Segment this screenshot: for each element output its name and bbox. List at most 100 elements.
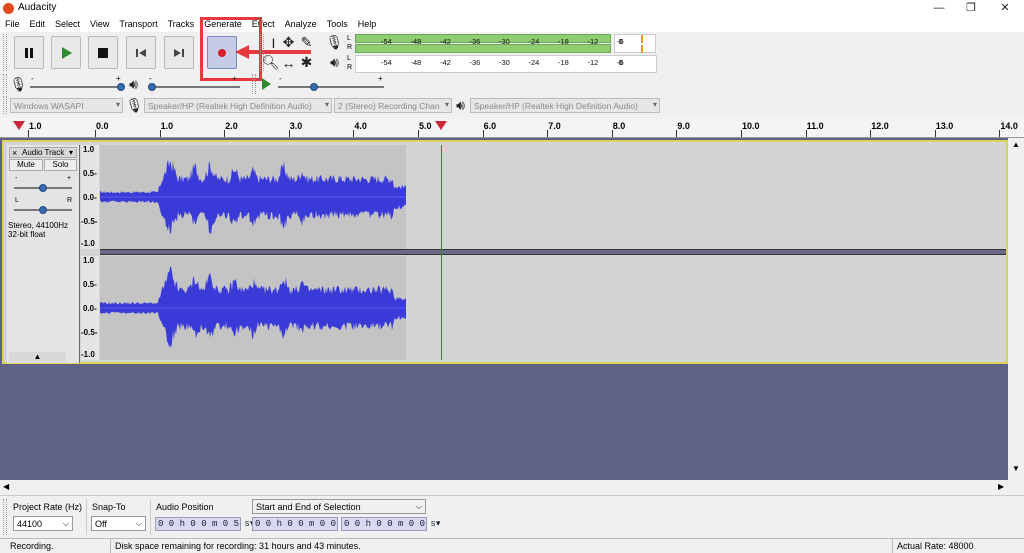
toolbar-grip[interactable] (3, 34, 7, 71)
menu-edit[interactable]: Edit (25, 17, 51, 32)
gain-slider-thumb[interactable] (39, 184, 47, 192)
mute-button[interactable]: Mute (9, 159, 43, 171)
recording-device-select[interactable]: Speaker/HP (Realtek High Definition Audi… (144, 98, 332, 113)
axis-label: -0.5- (81, 217, 98, 226)
track-close-icon[interactable]: × (12, 148, 17, 158)
rec-slider-plus: + (116, 74, 121, 83)
selection-start-field[interactable]: 0 0 h 0 0 m 0 0 s▾ (252, 517, 351, 531)
playback-device-select[interactable]: Speaker/HP (Realtek High Definition Audi… (470, 98, 660, 113)
waveform-channel-1[interactable] (100, 145, 406, 249)
toolbar-grip[interactable] (3, 499, 7, 535)
track-name-button[interactable]: × Audio Track ▾ (9, 147, 77, 158)
ruler-tick (676, 130, 678, 137)
draw-tool-icon[interactable]: ✎ (298, 34, 315, 51)
play-at-speed-thumb[interactable] (310, 83, 318, 91)
divider (110, 539, 111, 553)
menu-select[interactable]: Select (50, 17, 85, 32)
waveform-path (100, 266, 406, 349)
meter-tick-label: -12 (587, 37, 599, 46)
playback-meter-speaker-icon[interactable]: 🔊︎ (326, 54, 343, 71)
record-meter-microphone-icon[interactable]: 🎙︎ (326, 34, 344, 51)
playback-volume-slider[interactable] (148, 86, 240, 88)
status-actual-rate: Actual Rate: 48000 (897, 541, 974, 551)
timeline-ruler[interactable]: 1.0 0.0 1.0 2.0 3.0 4.0 5.0 6.0 7.0 8.0 9.0 10.0 11.… (0, 118, 1024, 138)
menu-view[interactable]: View (85, 17, 114, 32)
play-at-speed-icon[interactable] (262, 78, 271, 90)
toolbar-grip[interactable] (3, 74, 7, 94)
waveform-channel-2[interactable] (100, 256, 406, 360)
track-panel[interactable]: × Audio Track ▾ Mute Solo - + L R Stereo… (0, 138, 1024, 480)
meter-channel-right: R (347, 44, 353, 51)
axis-label: 0.5- (83, 169, 97, 178)
toolbar-grip[interactable] (3, 96, 7, 114)
ruler-label: 13.0 (935, 121, 954, 131)
close-window-icon[interactable]: ✕ (990, 0, 1020, 17)
meter-tick-label: 0 (618, 37, 623, 46)
audio-position-field[interactable]: 0 0 h 0 0 m 0 5 s▾ (155, 517, 254, 531)
selection-mode-select[interactable]: Start and End of Selection ⌵ (252, 499, 426, 514)
audio-host-select[interactable]: Windows WASAPI ▾ (10, 98, 123, 113)
project-rate-select[interactable]: 44100 ⌵ (13, 516, 73, 531)
menu-transport[interactable]: Transport (114, 17, 162, 32)
restore-icon[interactable]: ❐ (956, 0, 986, 17)
scroll-down-icon[interactable]: ▼ (1012, 464, 1020, 473)
pause-button[interactable] (14, 36, 44, 69)
axis-label: 1.0 (83, 145, 95, 154)
recording-channels-select[interactable]: 2 (Stereo) Recording Chan ▾ (334, 98, 452, 113)
ruler-label: 5.0 (419, 121, 432, 131)
play-slider-minus: - (149, 74, 152, 83)
play-button[interactable] (51, 36, 81, 69)
menu-tracks[interactable]: Tracks (163, 17, 200, 32)
scroll-right-icon[interactable]: ▶ (998, 482, 1004, 491)
time-shift-tool-icon[interactable]: ↔ (280, 54, 297, 71)
vertical-scrollbar[interactable]: ▲ ▼ (1008, 138, 1024, 480)
chevron-down-icon: ▾ (435, 519, 441, 529)
track-menu-chevron-icon: ▾ (69, 148, 74, 157)
menu-file[interactable]: File (0, 17, 25, 32)
meter-tick-label: -36 (469, 58, 481, 67)
empty-track-area[interactable] (406, 256, 1006, 360)
recording-volume-thumb[interactable] (117, 83, 125, 91)
ruler-label: 2.0 (225, 121, 238, 131)
play-at-speed-slider[interactable] (278, 86, 384, 88)
horizontal-scrollbar[interactable]: ◀ ▶ (0, 480, 1024, 495)
axis-label: -1.0 (81, 350, 95, 359)
meter-tick-label: 0 (618, 58, 623, 67)
menu-analyze[interactable]: Analyze (280, 17, 322, 32)
collapse-track-button[interactable]: ▲ (9, 352, 66, 362)
multi-tool-icon[interactable]: ✱ (298, 54, 315, 71)
playback-volume-thumb[interactable] (148, 83, 156, 91)
divider (150, 499, 151, 535)
ruler-label: 7.0 (548, 121, 561, 131)
ruler-label: 10.0 (742, 121, 760, 131)
ruler-label: 8.0 (612, 121, 626, 131)
selection-end-field[interactable]: 0 0 h 0 0 m 0 0 s▾ (341, 517, 440, 531)
track-control-panel: × Audio Track ▾ Mute Solo - + L R Stereo… (7, 145, 80, 363)
solo-button[interactable]: Solo (44, 159, 77, 171)
selection-mode-value: Start and End of Selection (256, 502, 361, 512)
meter-tick-label: -42 (440, 58, 451, 67)
scroll-up-icon[interactable]: ▲ (1012, 140, 1020, 149)
project-rate-value: 44100 (17, 519, 43, 529)
menu-help[interactable]: Help (353, 17, 382, 32)
divider (86, 499, 87, 535)
envelope-tool-icon[interactable]: ✥ (280, 34, 297, 51)
minimize-icon[interactable]: — (924, 0, 954, 17)
menu-tools[interactable]: Tools (322, 17, 353, 32)
skip-to-end-button[interactable] (164, 36, 194, 69)
pan-slider-thumb[interactable] (39, 206, 47, 214)
recording-volume-slider[interactable] (30, 86, 122, 88)
playback-device-speaker-icon: 🔊︎ (456, 97, 465, 113)
zoom-tool-icon[interactable]: 🔍︎ (262, 54, 280, 71)
skip-to-start-button[interactable] (126, 36, 156, 69)
vertical-ruler-channel-1[interactable]: 1.0 0.5- 0.0- -0.5- -1.0 (81, 145, 99, 249)
empty-track-area[interactable] (406, 145, 1006, 249)
ruler-label: 14.0 (1000, 121, 1018, 131)
ruler-tick (418, 130, 419, 137)
stop-button[interactable] (88, 36, 118, 69)
audio-track[interactable]: × Audio Track ▾ Mute Solo - + L R Stereo… (2, 140, 1008, 364)
snap-to-select[interactable]: Off ⌵ (91, 516, 146, 531)
scroll-left-icon[interactable]: ◀ (3, 482, 9, 491)
toolbar-grip[interactable] (252, 74, 256, 94)
vertical-ruler-channel-2[interactable]: 1.0 0.5- 0.0- -0.5- -1.0 (81, 256, 99, 360)
